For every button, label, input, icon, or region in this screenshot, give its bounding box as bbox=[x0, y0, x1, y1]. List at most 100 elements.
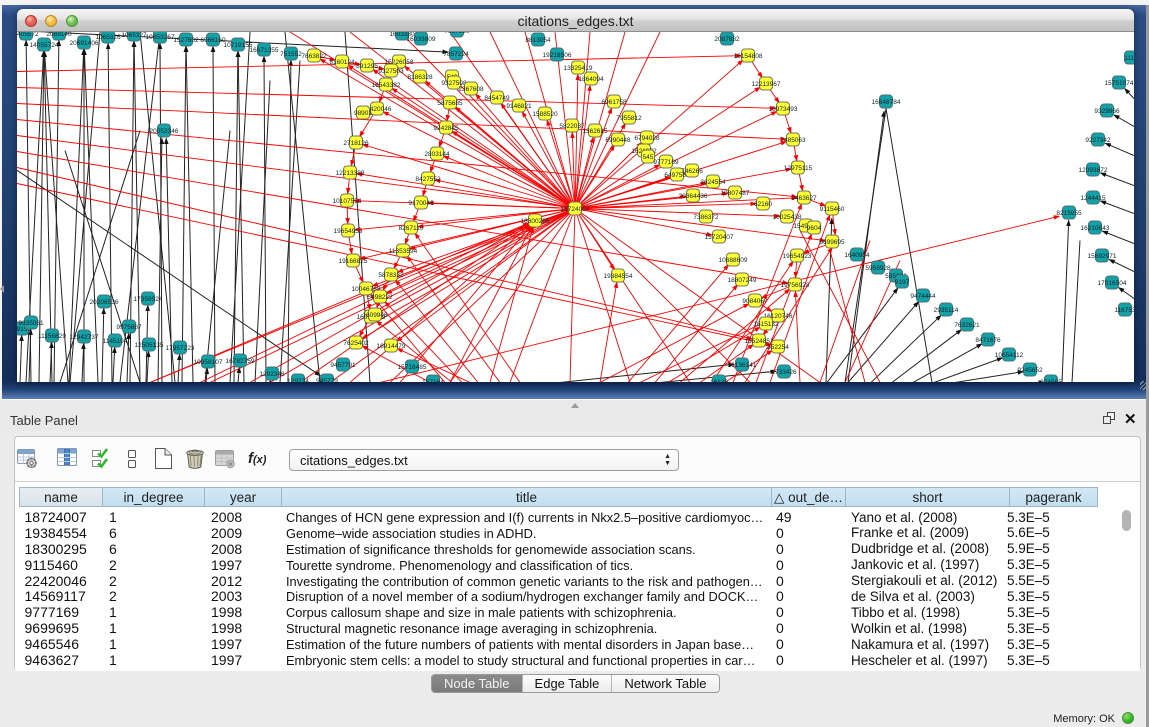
svg-text:8267110: 8267110 bbox=[399, 225, 424, 232]
svg-text:18807249: 18807249 bbox=[728, 277, 757, 284]
svg-text:7955812: 7955812 bbox=[616, 115, 642, 122]
svg-text:1527602: 1527602 bbox=[173, 37, 199, 44]
svg-text:15751074: 15751074 bbox=[1105, 80, 1134, 87]
svg-text:20053346: 20053346 bbox=[150, 128, 179, 135]
svg-text:7625402: 7625402 bbox=[343, 340, 369, 347]
svg-text:10719155: 10719155 bbox=[224, 42, 253, 49]
svg-text:9084067: 9084067 bbox=[742, 298, 768, 305]
svg-text:10653267: 10653267 bbox=[146, 34, 175, 41]
svg-text:18300295: 18300295 bbox=[521, 218, 550, 225]
svg-text:9463627: 9463627 bbox=[791, 195, 817, 202]
svg-text:6961758: 6961758 bbox=[601, 99, 627, 106]
svg-text:7857224: 7857224 bbox=[443, 51, 469, 58]
svg-text:1640954: 1640954 bbox=[844, 252, 870, 259]
svg-text:891295: 891295 bbox=[356, 63, 378, 70]
svg-text:15692971: 15692971 bbox=[1088, 253, 1117, 260]
svg-text:1244415: 1244415 bbox=[1080, 195, 1106, 202]
svg-text:8215955: 8215955 bbox=[1056, 210, 1082, 217]
svg-text:11353594: 11353594 bbox=[389, 248, 418, 255]
svg-text:15720407: 15720407 bbox=[705, 234, 734, 241]
svg-text:252254: 252254 bbox=[767, 344, 789, 351]
svg-text:11156829: 11156829 bbox=[38, 333, 66, 340]
svg-text:16136141: 16136141 bbox=[728, 362, 757, 369]
svg-text:5498222: 5498222 bbox=[367, 294, 393, 301]
svg-text:16782759: 16782759 bbox=[226, 358, 255, 365]
svg-text:20691406: 20691406 bbox=[70, 40, 99, 47]
svg-text:9604: 9604 bbox=[807, 225, 822, 232]
svg-text:10654112: 10654112 bbox=[995, 352, 1024, 359]
svg-text:9474444: 9474444 bbox=[910, 293, 936, 300]
svg-text:9699695: 9699695 bbox=[819, 239, 845, 246]
svg-text:2803144: 2803144 bbox=[424, 151, 450, 158]
svg-text:1362615: 1362615 bbox=[582, 128, 608, 135]
svg-text:751552: 751552 bbox=[280, 51, 302, 58]
svg-text:1615132: 1615132 bbox=[753, 321, 779, 328]
svg-text:17359924: 17359924 bbox=[134, 296, 163, 303]
svg-text:8160124: 8160124 bbox=[329, 59, 355, 66]
svg-text:6794028: 6794028 bbox=[634, 135, 660, 142]
svg-text:13325419: 13325419 bbox=[564, 65, 593, 72]
svg-text:1065326: 1065326 bbox=[95, 34, 121, 41]
svg-text:6990448: 6990448 bbox=[605, 137, 631, 144]
svg-text:62160: 62160 bbox=[754, 201, 772, 208]
svg-text:16033809: 16033809 bbox=[407, 36, 436, 43]
svg-text:9457791: 9457791 bbox=[330, 362, 356, 369]
svg-text:8471676: 8471676 bbox=[975, 337, 1001, 344]
svg-text:3624554: 3624554 bbox=[700, 179, 726, 186]
svg-text:6966160: 6966160 bbox=[200, 37, 226, 44]
svg-text:16914479: 16914479 bbox=[377, 343, 406, 350]
svg-text:19384554: 19384554 bbox=[604, 273, 633, 280]
svg-text:8813054: 8813054 bbox=[525, 37, 551, 44]
svg-text:17957223: 17957223 bbox=[166, 345, 195, 352]
svg-text:8454749: 8454749 bbox=[484, 95, 510, 102]
svg-text:20206536: 20206536 bbox=[90, 299, 119, 306]
svg-text:19166825: 19166825 bbox=[339, 258, 368, 265]
svg-text:545: 545 bbox=[643, 154, 654, 161]
svg-text:12213967: 12213967 bbox=[752, 81, 781, 88]
svg-text:20364436: 20364436 bbox=[679, 193, 708, 200]
svg-text:2069140: 2069140 bbox=[46, 32, 72, 38]
svg-text:1609948: 1609948 bbox=[362, 312, 388, 319]
svg-text:8186328: 8186328 bbox=[407, 74, 433, 81]
svg-text:1292346: 1292346 bbox=[259, 371, 285, 378]
svg-text:10025438: 10025438 bbox=[773, 214, 802, 221]
svg-text:1065327: 1065327 bbox=[121, 32, 147, 39]
svg-text:10973493: 10973493 bbox=[769, 106, 798, 113]
svg-text:5875685: 5875685 bbox=[437, 100, 463, 107]
svg-text:12213389: 12213389 bbox=[336, 170, 365, 177]
svg-text:129234: 129234 bbox=[287, 378, 309, 383]
svg-text:9975887: 9975887 bbox=[116, 324, 142, 331]
svg-text:1864094: 1864094 bbox=[578, 76, 604, 83]
svg-text:945779: 945779 bbox=[316, 378, 338, 383]
svg-text:9227342: 9227342 bbox=[1085, 137, 1111, 144]
svg-text:9197: 9197 bbox=[895, 279, 910, 286]
svg-text:19756928: 19756928 bbox=[781, 282, 810, 289]
svg-text:2367608: 2367608 bbox=[458, 86, 484, 93]
svg-text:10958107: 10958107 bbox=[194, 359, 223, 366]
svg-text:12942737: 12942737 bbox=[70, 334, 99, 341]
svg-text:9245652: 9245652 bbox=[1017, 367, 1043, 374]
svg-text:1733426: 1733426 bbox=[771, 369, 797, 376]
svg-text:18724007: 18724007 bbox=[561, 206, 590, 213]
svg-text:15716485: 15716485 bbox=[398, 364, 427, 371]
svg-text:5878332: 5878332 bbox=[378, 272, 404, 279]
svg-text:2718126: 2718126 bbox=[343, 140, 369, 147]
svg-text:9115460: 9115460 bbox=[820, 206, 845, 213]
svg-text:16648784: 16648784 bbox=[872, 99, 901, 106]
svg-text:116753: 116753 bbox=[1114, 307, 1134, 314]
svg-text:7857220: 7857220 bbox=[444, 32, 470, 35]
svg-text:746266: 746266 bbox=[681, 168, 703, 175]
svg-text:9329966: 9329966 bbox=[1094, 108, 1120, 115]
svg-text:9327503: 9327503 bbox=[378, 68, 404, 75]
svg-text:7632621: 7632621 bbox=[954, 322, 980, 329]
svg-text:14055724: 14055724 bbox=[30, 42, 59, 49]
svg-text:16543382: 16543382 bbox=[372, 82, 401, 89]
svg-text:7485063: 7485063 bbox=[780, 137, 806, 144]
svg-text:10807487: 10807487 bbox=[721, 190, 750, 197]
svg-text:12975115: 12975115 bbox=[784, 165, 813, 172]
svg-text:10107554: 10107554 bbox=[333, 198, 362, 205]
svg-text:9170046: 9170046 bbox=[408, 200, 434, 207]
svg-text:7663822: 7663822 bbox=[301, 53, 327, 60]
svg-text:1112: 1112 bbox=[1124, 55, 1134, 62]
svg-text:16154808: 16154808 bbox=[734, 53, 763, 60]
